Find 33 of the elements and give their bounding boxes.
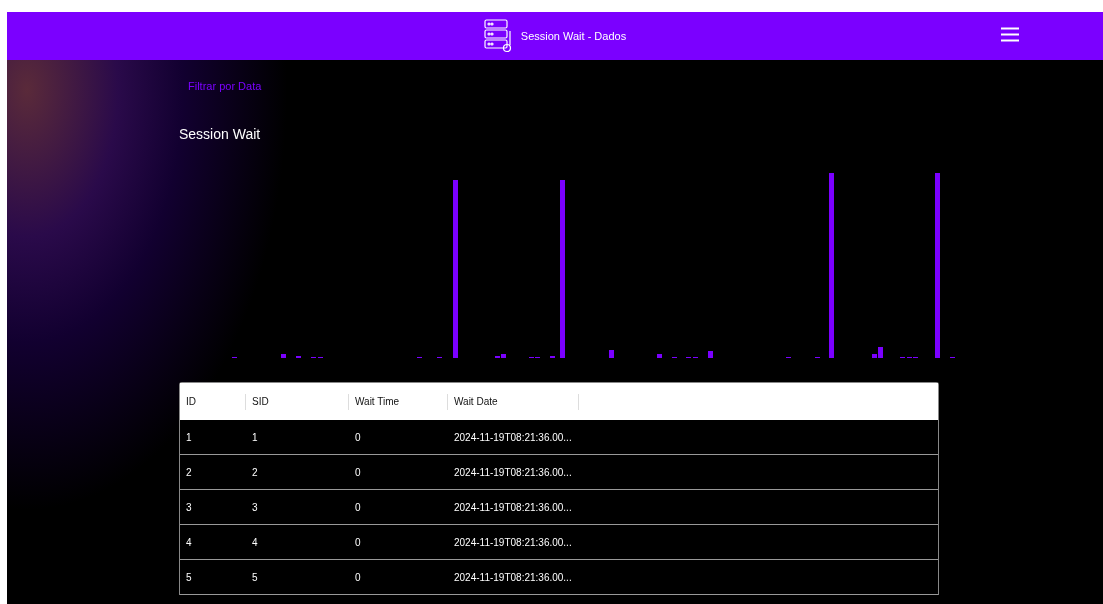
table-cell-text: 2024-11-19T08:21:36.00... xyxy=(453,431,573,443)
app-title: Session Wait - Dados xyxy=(520,30,627,42)
chart-bar xyxy=(708,351,713,358)
table-cell-text: 1 xyxy=(185,431,193,443)
table-cell-text: 0 xyxy=(354,431,362,443)
table-cell-text: 4 xyxy=(185,536,193,548)
table-cell-text: 0 xyxy=(354,466,362,478)
table-cell-text: 0 xyxy=(354,536,362,548)
table-cell-text: 2 xyxy=(251,466,259,478)
chart-bar xyxy=(281,354,286,358)
column-header[interactable]: SID xyxy=(246,393,349,410)
table-cell-text: 2024-11-19T08:21:36.00... xyxy=(453,571,573,583)
column-header[interactable]: Wait Time xyxy=(349,393,448,410)
table-cell-text: 2 xyxy=(185,466,193,478)
table-cell-text: 0 xyxy=(354,571,362,583)
chart-bar xyxy=(609,350,614,358)
menu-icon xyxy=(1001,27,1019,42)
table-cell-text: 2024-11-19T08:21:36.00... xyxy=(453,466,573,478)
table-cell-text: 2024-11-19T08:21:36.00... xyxy=(453,536,573,548)
table-cell-text: 3 xyxy=(251,501,259,513)
table-cell-text: 5 xyxy=(185,571,193,583)
chart-bar xyxy=(657,354,662,358)
table-cell-text: 4 xyxy=(251,536,259,548)
table-cell-text: 0 xyxy=(354,501,362,513)
section-title: Session Wait xyxy=(179,126,262,142)
table-cell-text: 1 xyxy=(251,431,259,443)
column-header[interactable]: ID xyxy=(180,393,246,410)
table-cell-text: 5 xyxy=(251,571,259,583)
table-cell-text: 3 xyxy=(185,501,193,513)
column-header[interactable]: Wait Date xyxy=(448,393,579,410)
menu-button[interactable] xyxy=(1001,27,1019,42)
server-icon xyxy=(483,19,512,53)
table-cell-text: 2024-11-19T08:21:36.00... xyxy=(453,501,573,513)
